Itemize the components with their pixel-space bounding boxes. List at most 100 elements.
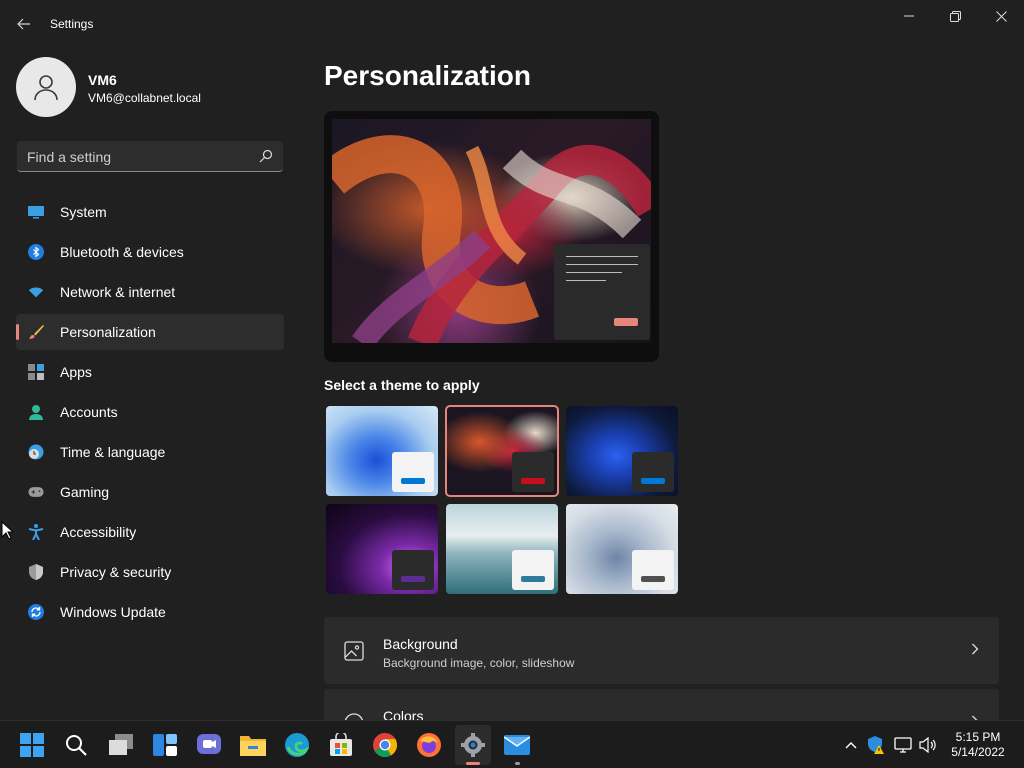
volume-tray-button[interactable]	[918, 735, 938, 755]
avatar[interactable]	[16, 57, 76, 117]
back-arrow-icon	[17, 18, 30, 30]
restore-button[interactable]	[932, 0, 978, 32]
taskbar-search-button[interactable]	[62, 731, 90, 759]
show-hidden-icons-button[interactable]	[841, 735, 861, 755]
user-name: VM6	[88, 72, 117, 88]
image-icon	[344, 641, 364, 661]
sidebar-item-bluetooth[interactable]: Bluetooth & devices	[16, 234, 284, 270]
sidebar-item-label: Time & language	[60, 444, 166, 460]
theme-preview	[324, 111, 659, 362]
preview-window	[554, 244, 650, 340]
file-explorer-button[interactable]	[239, 731, 267, 759]
mouse-cursor-icon	[1, 521, 13, 540]
sidebar-item-label: Accounts	[60, 404, 118, 420]
theme-window-preview	[392, 550, 434, 590]
theme-accent-bar	[521, 576, 545, 582]
chevron-up-icon	[845, 742, 857, 749]
theme-accent-bar	[401, 478, 425, 484]
sidebar-item-privacy-security[interactable]: Privacy & security	[16, 554, 284, 590]
back-button[interactable]	[12, 12, 36, 36]
start-icon	[20, 733, 44, 757]
theme-windows-light[interactable]	[326, 406, 438, 496]
search-input[interactable]	[17, 141, 259, 172]
search-icon[interactable]	[259, 149, 273, 163]
user-email: VM6@collabnet.local	[88, 91, 201, 105]
store-icon	[330, 733, 352, 756]
sidebar-nav: System Bluetooth & devices Network & int…	[16, 194, 284, 634]
edge-icon	[285, 733, 309, 757]
bluetooth-icon	[28, 244, 44, 260]
firefox-icon	[417, 733, 441, 757]
preview-text-line	[566, 264, 638, 265]
theme-captured-motion[interactable]	[326, 504, 438, 594]
clock-globe-icon	[28, 444, 44, 460]
settings-running-indicator	[466, 762, 480, 765]
minimize-button[interactable]	[886, 0, 932, 32]
teams-chat-button[interactable]	[195, 731, 223, 759]
security-tray-button[interactable]	[866, 735, 886, 755]
firefox-button[interactable]	[415, 731, 443, 759]
settings-taskbar-button[interactable]	[459, 731, 487, 759]
widgets-icon	[153, 734, 177, 756]
sidebar-item-accessibility[interactable]: Accessibility	[16, 514, 284, 550]
taskbar-clock[interactable]: 5:15 PM 5/14/2022	[946, 730, 1010, 760]
widgets-button[interactable]	[151, 731, 179, 759]
card-subtitle: Background image, color, slideshow	[383, 656, 575, 670]
app-title: Settings	[50, 17, 94, 31]
gamepad-icon	[28, 484, 44, 500]
wifi-icon	[28, 284, 44, 300]
close-button[interactable]	[978, 0, 1024, 32]
sidebar-item-apps[interactable]: Apps	[16, 354, 284, 390]
network-tray-button[interactable]	[893, 735, 913, 755]
palette-icon	[344, 713, 363, 720]
sidebar-item-system[interactable]: System	[16, 194, 284, 230]
theme-window-preview	[512, 550, 554, 590]
card-title: Colors	[383, 708, 424, 720]
colors-setting-card[interactable]: Colors	[324, 689, 999, 720]
sidebar-item-windows-update[interactable]: Windows Update	[16, 594, 284, 630]
search-icon	[66, 735, 87, 756]
mail-button[interactable]	[503, 731, 531, 759]
sidebar-item-gaming[interactable]: Gaming	[16, 474, 284, 510]
task-view-icon	[109, 734, 133, 755]
sidebar-item-time-language[interactable]: Time & language	[16, 434, 284, 470]
title-bar: Settings	[0, 0, 1024, 48]
task-view-button[interactable]	[107, 731, 135, 759]
accessibility-icon	[28, 524, 44, 540]
edge-button[interactable]	[283, 731, 311, 759]
sidebar-item-label: Apps	[60, 364, 92, 380]
theme-glow[interactable]	[445, 405, 559, 497]
sidebar-item-accounts[interactable]: Accounts	[16, 394, 284, 430]
theme-sunrise[interactable]	[566, 504, 678, 594]
chevron-right-icon	[972, 643, 979, 655]
preview-text-line	[566, 280, 606, 281]
file-explorer-icon	[240, 736, 266, 756]
page-title: Personalization	[324, 60, 531, 91]
mail-running-indicator	[515, 762, 520, 765]
search-box	[17, 141, 283, 172]
chrome-button[interactable]	[371, 731, 399, 759]
sidebar-item-label: Windows Update	[60, 604, 166, 620]
sidebar-item-label: Accessibility	[60, 524, 137, 540]
theme-flow[interactable]	[446, 504, 558, 594]
store-button[interactable]	[327, 731, 355, 759]
background-setting-card[interactable]: Background Background image, color, slid…	[324, 617, 999, 684]
sidebar-item-personalization[interactable]: Personalization	[16, 314, 284, 350]
settings-window: Settings VM6 VM6@collabnet.local System	[0, 0, 1024, 720]
preview-text-line	[566, 256, 638, 257]
start-button[interactable]	[18, 731, 46, 759]
preview-wallpaper	[332, 119, 651, 343]
theme-accent-bar	[401, 576, 425, 582]
close-icon	[995, 10, 1007, 22]
sidebar-item-network[interactable]: Network & internet	[16, 274, 284, 310]
network-icon	[894, 737, 912, 753]
clock-date: 5/14/2022	[951, 745, 1005, 759]
sidebar-item-label: Privacy & security	[60, 564, 172, 580]
brush-icon	[28, 324, 44, 340]
theme-accent-bar	[521, 478, 545, 484]
taskbar: 5:15 PM 5/14/2022	[0, 720, 1024, 768]
update-icon	[28, 604, 44, 620]
theme-windows-dark[interactable]	[566, 406, 678, 496]
teams-chat-icon	[197, 734, 221, 754]
theme-accent-bar	[641, 576, 665, 582]
